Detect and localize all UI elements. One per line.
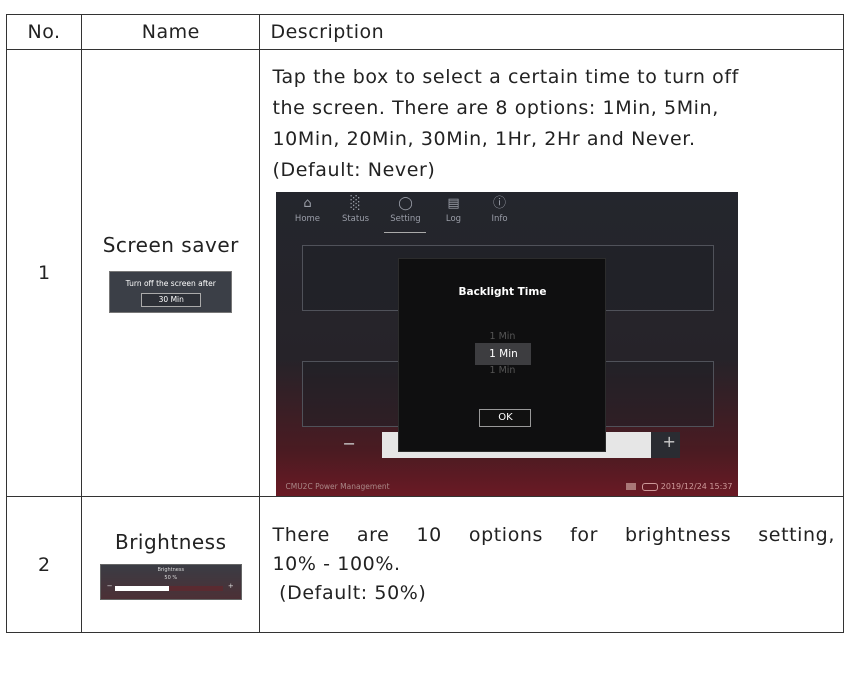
nav-label: Log — [445, 214, 462, 224]
header-name: Name — [81, 14, 261, 50]
thumbnail-value: 50 % — [164, 574, 178, 581]
row-description: There are 10 options for brightness sett… — [260, 521, 843, 608]
picker-option[interactable]: 1 Min — [399, 365, 605, 376]
nav-home[interactable]: ⌂ Home — [286, 192, 328, 224]
home-icon: ⌂ — [303, 196, 312, 211]
sd-card-icon — [625, 483, 636, 490]
device-screenshot: ⌂ Home ░ Status ◯ Setting ▤ Log ⓘ Info −… — [276, 192, 739, 496]
increase-button[interactable]: + — [662, 432, 675, 451]
decrease-button[interactable]: − — [342, 434, 355, 453]
nav-setting[interactable]: ◯ Setting — [384, 192, 427, 233]
description-line: the screen. There are 8 options: 1Min, 5… — [272, 97, 719, 119]
table-header-row: No. Name Description — [5, 14, 844, 50]
nav-label: Setting — [390, 214, 421, 224]
decrease-button: − — [106, 581, 113, 590]
description-line: There are 10 options for brightness sett… — [272, 524, 835, 546]
footer-app-name: CMU2C Power Management — [285, 482, 390, 491]
row-name-cell: Screen saver Turn off the screen after 3… — [81, 49, 261, 497]
nav-info[interactable]: ⓘ Info — [478, 192, 520, 224]
row-description: Tap the box to select a certain time to … — [260, 50, 843, 186]
backlight-time-dialog: Backlight Time 1 Min 1 Min 1 Min OK — [398, 258, 607, 452]
nav-label: Status — [341, 214, 370, 224]
row-name: Brightness — [114, 529, 227, 554]
nav-log[interactable]: ▤ Log — [432, 192, 474, 224]
ok-button[interactable]: OK — [479, 409, 532, 427]
thumbnail-title: Brightness — [157, 566, 185, 573]
screen-saver-thumbnail: Turn off the screen after 30 Min — [109, 271, 233, 313]
nav-label: Home — [294, 214, 321, 224]
picker-option[interactable]: 1 Min — [399, 331, 605, 342]
description-line: 10Min, 20Min, 30Min, 1Hr, 2Hr and Never. — [272, 128, 696, 150]
table-row: 1 Screen saver Turn off the screen after… — [5, 49, 844, 497]
thumbnail-value-box: 30 Min — [141, 293, 202, 307]
table-row: 2 Brightness Brightness 50 % − + There a… — [5, 496, 844, 633]
log-icon: ▤ — [447, 196, 460, 211]
brightness-bar — [114, 585, 223, 591]
row-description-cell: Tap the box to select a certain time to … — [259, 49, 844, 497]
description-line: Tap the box to select a certain time to … — [272, 66, 739, 88]
row-name-cell: Brightness Brightness 50 % − + — [81, 496, 261, 633]
nav-status[interactable]: ░ Status — [334, 192, 376, 224]
picker-selected-option[interactable]: 1 Min — [475, 343, 532, 365]
thumbnail-caption: Turn off the screen after — [125, 279, 216, 288]
row-number: 2 — [5, 496, 83, 633]
description-line: (Default: 50%) — [272, 582, 427, 604]
header-no: No. — [5, 14, 83, 50]
gear-icon: ◯ — [398, 196, 413, 211]
bar-chart-icon: ░ — [350, 196, 361, 211]
brightness-thumbnail: Brightness 50 % − + — [99, 563, 242, 600]
description-line: (Default: Never) — [272, 159, 436, 181]
brightness-fill — [114, 585, 169, 591]
info-icon: ⓘ — [492, 196, 506, 211]
dialog-title: Backlight Time — [458, 286, 547, 298]
row-description-cell: There are 10 options for brightness sett… — [259, 496, 844, 633]
row-number: 1 — [5, 49, 83, 497]
spec-table: No. Name Description 1 Screen saver Turn… — [5, 14, 844, 633]
footer-datetime: 2019/12/24 15:37 — [660, 482, 733, 491]
nav-label: Info — [491, 214, 508, 224]
connection-icon — [641, 482, 658, 491]
footer-status: 2019/12/24 15:37 — [625, 482, 733, 491]
top-nav: ⌂ Home ░ Status ◯ Setting ▤ Log ⓘ Info — [276, 192, 738, 236]
header-description: Description — [259, 14, 844, 50]
increase-button: + — [227, 581, 234, 590]
description-line: 10% - 100%. — [272, 553, 401, 575]
row-name: Screen saver — [102, 233, 239, 257]
